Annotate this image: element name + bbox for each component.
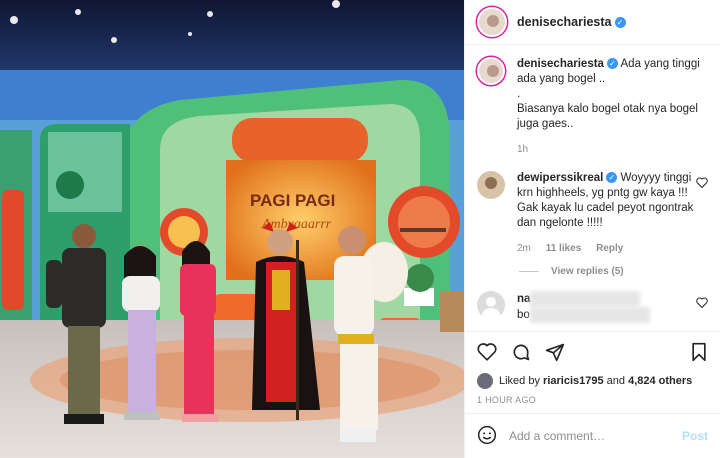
author-username[interactable]: denisechariesta: [517, 15, 612, 29]
likes-others[interactable]: 4,824 others: [628, 375, 692, 387]
redacted-block: [530, 291, 641, 307]
studio-scene: PAGI PAGI Ambyaaarrr: [0, 0, 464, 458]
person-3: [180, 241, 218, 422]
author-avatar[interactable]: [477, 7, 507, 37]
post-photo[interactable]: PAGI PAGI Ambyaaarrr: [0, 0, 464, 458]
sign-text: PAGI PAGI: [250, 191, 335, 210]
commenter-avatar[interactable]: [477, 291, 505, 319]
post-button[interactable]: Post: [682, 429, 708, 443]
comment: dewiperssikreal ✓ Woyyyy tinggi krn highh…: [477, 171, 708, 256]
share-icon[interactable]: [545, 342, 565, 362]
save-icon[interactable]: [690, 342, 708, 362]
caption-username[interactable]: denisechariesta: [517, 58, 604, 70]
comments-list: denisechariesta ✓ Ada yang tinggi ada yan…: [465, 45, 720, 331]
likes-connector: and: [606, 375, 626, 387]
likes-summary: Liked by riaricis1795 and 4,824 others: [465, 371, 720, 391]
verified-icon: ✓: [614, 16, 626, 28]
comment-age[interactable]: 2m: [517, 243, 531, 254]
redacted-block: [529, 307, 650, 324]
likes-prefix: Liked by: [499, 375, 540, 387]
comment-likes[interactable]: 11 likes: [546, 243, 582, 254]
view-replies-button[interactable]: View replies (5): [519, 266, 708, 277]
comment-input[interactable]: [509, 429, 682, 443]
verified-icon: ✓: [606, 172, 618, 184]
liker-username[interactable]: riaricis1795: [543, 375, 604, 387]
post-timestamp[interactable]: 1 HOUR AGO: [465, 391, 720, 413]
comment-like-icon[interactable]: [696, 177, 708, 191]
reply-button[interactable]: Reply: [596, 243, 623, 254]
commenter-avatar[interactable]: [477, 171, 505, 199]
commenter-username[interactable]: dewiperssikreal: [517, 172, 603, 184]
comment-meta: 2m 11 likes Reply: [517, 241, 708, 256]
comment-text: bo: [517, 309, 530, 322]
action-bar: [465, 331, 720, 371]
post-header: denisechariesta ✓: [465, 0, 720, 45]
commenter-username[interactable]: na: [517, 293, 530, 305]
liker-avatar[interactable]: [477, 373, 493, 389]
comment-like-icon[interactable]: [696, 297, 708, 311]
verified-icon: ✓: [606, 58, 618, 70]
add-comment-bar: Post: [465, 413, 720, 458]
caption-meta: 1h: [517, 142, 708, 157]
post-sidebar: denisechariesta ✓ denisechariesta ✓ Ada y…: [464, 0, 720, 458]
post-modal: PAGI PAGI Ambyaaarrr denisechariesta ✓ d…: [0, 0, 720, 458]
comment: na bo: [477, 291, 708, 324]
caption: denisechariesta ✓ Ada yang tinggi ada yan…: [477, 57, 708, 157]
comment-icon[interactable]: [511, 342, 531, 362]
caption-avatar[interactable]: [477, 57, 505, 85]
heart-icon[interactable]: [477, 342, 497, 361]
emoji-icon[interactable]: [477, 425, 497, 448]
caption-age[interactable]: 1h: [517, 144, 528, 155]
